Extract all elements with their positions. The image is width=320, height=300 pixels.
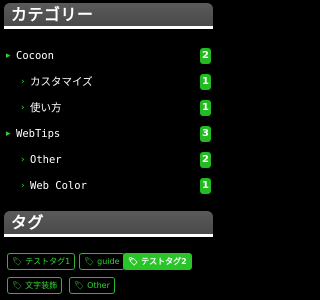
category-item-other[interactable]: › Other 2 <box>0 147 219 173</box>
tag-label: テストタグ2 <box>141 257 187 266</box>
category-item-customize[interactable]: › カスタマイズ 1 <box>0 69 219 95</box>
tag-label: guide <box>97 257 120 266</box>
chevron-right-icon: › <box>21 155 25 165</box>
tag-label: 文字装飾 <box>25 281 58 290</box>
tag-icon: 🏷︎ <box>12 281 23 290</box>
tag-link-guide[interactable]: 🏷︎ guide <box>79 253 125 270</box>
category-label: Cocoon <box>16 50 54 62</box>
category-label: Other <box>30 154 62 166</box>
tag-link-text-decoration[interactable]: 🏷︎ 文字装飾 <box>7 277 63 294</box>
category-list: ▸ Cocoon 2 › カスタマイズ 1 › 使い方 1 ▸ WebTips … <box>0 43 219 199</box>
tag-label: Other <box>87 281 110 290</box>
category-label: 使い方 <box>30 102 62 114</box>
category-count-badge: 3 <box>200 126 211 142</box>
category-item-how-to-use[interactable]: › 使い方 1 <box>0 95 219 121</box>
tag-icon: 🏷︎ <box>128 257 139 266</box>
chevron-right-icon: ▸ <box>6 51 11 61</box>
category-count-badge: 1 <box>200 74 211 90</box>
chevron-right-icon: › <box>21 77 25 87</box>
chevron-right-icon: › <box>21 181 25 191</box>
category-count-badge: 1 <box>200 100 211 116</box>
chevron-right-icon: › <box>21 103 25 113</box>
tags-widget-title: タグ <box>4 211 213 237</box>
tag-link-test-tag-2[interactable]: 🏷︎ テストタグ2 <box>123 253 192 270</box>
tag-link-test-tag-1[interactable]: 🏷︎ テストタグ1 <box>7 253 76 270</box>
category-count-badge: 2 <box>200 48 211 64</box>
category-count-badge: 1 <box>200 178 211 194</box>
category-count-badge: 2 <box>200 152 211 168</box>
category-label: カスタマイズ <box>30 76 93 88</box>
categories-widget-title: カテゴリー <box>4 3 213 29</box>
tag-icon: 🏷︎ <box>12 257 23 266</box>
category-label: Web Color <box>30 180 87 192</box>
category-item-webtips[interactable]: ▸ WebTips 3 <box>0 121 219 147</box>
tag-icon: 🏷︎ <box>74 281 85 290</box>
category-item-cocoon[interactable]: ▸ Cocoon 2 <box>0 43 219 69</box>
category-label: WebTips <box>16 128 61 140</box>
tag-label: テストタグ1 <box>25 257 71 266</box>
category-item-web-color[interactable]: › Web Color 1 <box>0 173 219 199</box>
tag-icon: 🏷︎ <box>84 257 95 266</box>
tag-link-other[interactable]: 🏷︎ Other <box>69 277 115 294</box>
chevron-right-icon: ▸ <box>6 129 11 139</box>
